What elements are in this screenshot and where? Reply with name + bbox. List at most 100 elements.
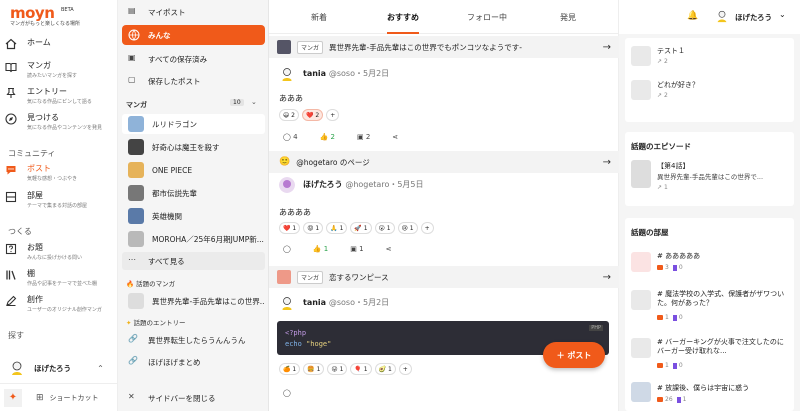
nav-entry[interactable]: エントリー 気になる作品にピンして語る [5,86,92,105]
save-button[interactable]: ▣ 1 [350,245,363,253]
post-context-bar[interactable]: マンガ 異世界先輩-手品先輩はこの世界でもポンコツなようです- → [269,36,619,58]
odai-item[interactable]: テスト１ ↗ 2 [631,44,791,68]
thumbs-up-icon: 👍 [319,133,329,141]
like-button[interactable]: 👍 2 [320,133,335,141]
room-meta: 10 [657,362,683,369]
nav-discover[interactable]: 見つける 気になる作品やコンテンツを発見 [5,112,102,131]
add-reaction-button[interactable]: + [326,109,340,121]
reaction-chip[interactable]: 😢 1 [397,222,418,234]
pen-icon [6,295,17,307]
sidebar-all-saved[interactable]: ▣ すべての保存済み [122,51,265,67]
comment-button[interactable]: ◯ [283,245,291,253]
episode-title: 【第4話】 [657,162,690,170]
tab-following[interactable]: フォロー中 [467,12,507,23]
sidebar-manga-item[interactable]: ONE PIECE [122,160,265,180]
manga-thumb [128,116,144,132]
nav-home[interactable]: ホーム [5,37,51,50]
sidebar-manga-label: 好奇心は魔王を殺す [152,142,220,152]
sidebar-manga-item[interactable]: 好奇心は魔王を殺す [122,137,265,157]
tab-new[interactable]: 新着 [311,12,327,23]
tab-discover[interactable]: 発見 [560,12,576,23]
chevron-down-icon[interactable]: ⌄ [251,98,257,106]
reaction-chip[interactable]: ❤️ 2 [301,109,324,121]
avatar [279,177,295,193]
pin-icon [6,87,16,98]
room-item[interactable]: # バーガーキングが火事で注文したのにバーガー受け取れな... 10 [631,336,791,372]
reaction-chip[interactable]: 😡 1 [303,222,324,234]
episode-heading: 話題のエピソード [631,142,691,151]
chevron-down-icon[interactable]: ⌄ [779,10,786,19]
post-author[interactable]: ほげたろう @hogetaro・5月5日 [303,179,424,190]
reaction-chip[interactable]: 🚀 1 [350,222,372,234]
room-item[interactable]: # あああああ 30 [631,250,791,276]
manga-thumb [277,40,291,54]
sidebar-manga-item[interactable]: ルリドラゴン [122,114,265,134]
sidebar-manga-item[interactable]: 英雄機関 [122,206,265,226]
logo[interactable]: moyn BETA マンガがもっと楽しくなる場所 [10,4,80,27]
comment-button[interactable]: ◯ [283,389,291,397]
room-comment-count: 3 [665,264,669,271]
link-icon: 🔗 [128,356,138,365]
nav-manga[interactable]: マンガ 読みたいマンガを探す [5,60,77,79]
post-author[interactable]: tania @soso・5月2日 [303,297,389,308]
reaction-chip[interactable]: 🙏 1 [326,222,348,234]
sparkle-icon[interactable]: ✦ [4,388,22,407]
sidebar-topic-manga[interactable]: 異世界先輩-手品先輩はこの世界... [122,291,265,311]
sidebar-close-button[interactable]: ✕ サイドバーを閉じる [122,390,265,406]
code-string: "hoge" [306,340,332,348]
reaction-chip[interactable]: 🍊 1 [279,363,301,375]
sidebar-manga-item[interactable]: 都市伝説先輩 [122,183,265,203]
bookmark-icon [672,264,677,271]
room-item[interactable]: # 魔法学校の入学式、保護者がザワついた。何があった？ 10 [631,288,791,324]
sidebar-my-post[interactable]: ▤ マイポスト [122,4,265,20]
post-author[interactable]: tania @soso・5月2日 [303,68,389,79]
post-context-bar[interactable]: マンガ 恋するワンピース → [269,266,619,288]
reaction-chip[interactable]: 😮 1 [374,222,395,234]
comment-icon [657,265,663,270]
reaction-chip[interactable]: 😜 1 [327,363,348,375]
reaction-chip[interactable]: ❤️ 1 [279,222,301,234]
reaction-chip[interactable]: 🍔 1 [303,363,325,375]
nav-shelf[interactable]: 棚作品や記事をテーマで並べた棚 [5,268,97,287]
sidebar-my-post-label: マイポスト [148,7,186,17]
room-item[interactable]: # 放課後、僕らは宇宙に惑う 26 1 [631,382,791,408]
comment-icon [657,363,663,368]
sidebar-topic-entry[interactable]: 🔗 ほげほげまとめ [122,353,265,371]
room-title: あああああ [665,252,701,260]
sidebar-everyone[interactable]: みんな [122,25,265,45]
nav-sosaku[interactable]: 創作 ユーザーのオリジナル創作マンガ [5,294,102,313]
post-context-bar[interactable]: 🙂 @hogetaro のページ → [269,151,619,173]
sidebar-saved-posts[interactable]: ▢ 保存したポスト [122,73,265,89]
comment-button[interactable]: ◯ 4 [283,133,298,141]
nav-odai[interactable]: お題 みんなに投げかける問い [5,242,82,261]
odai-card: テスト１ ↗ 2 どれが好き？ ↗ 2 [625,38,794,122]
add-reaction-button[interactable]: + [420,222,434,234]
manga-thumb [128,162,144,178]
share-icon[interactable]: ⋖ [386,245,392,253]
nav-room[interactable]: 部屋 テーマで集まる対話の部屋 [5,190,87,209]
episode-item[interactable]: 【第4話】 異世界先輩-手品先輩はこの世界で... ↗ 1 [631,160,791,194]
header-user-name[interactable]: ほげたろう [735,12,772,23]
new-post-button[interactable]: ＋ ポスト [543,342,605,368]
reaction-chip[interactable]: 😃 2 [279,109,299,121]
odai-item[interactable]: どれが好き？ ↗ 2 [631,78,791,102]
bell-icon[interactable]: 🔔 [687,11,698,21]
sidebar-topic-entry[interactable]: 🔗 異世界転生したらうんんうん [122,331,265,349]
odai-count: 2 [663,92,668,99]
tab-recommended[interactable]: おすすめ [387,12,419,23]
author-handle: @hogetaro・5月5日 [345,180,424,189]
nav-post[interactable]: ポスト 気軽な感想・つぶやき [5,163,77,182]
reaction-row: ❤️ 1 😡 1 🙏 1 🚀 1 😮 1 😢 1 + [279,222,437,234]
share-icon[interactable]: ⋖ [392,133,398,141]
reaction-chip[interactable]: 🥑 1 [374,363,396,375]
add-reaction-button[interactable]: + [398,363,412,375]
nav-sosaku-label: 創作 [27,295,43,304]
like-button[interactable]: 👍 1 [313,245,328,253]
sidebar-see-all[interactable]: ⋯ すべて見る [122,252,265,270]
shortcut-label[interactable]: ショートカット [50,393,99,403]
user-menu[interactable]: ほげたろう ⌃ [8,359,104,377]
avatar[interactable] [715,9,729,23]
sidebar-manga-item[interactable]: MOROHA／25年6月期JUMP新... [122,229,265,249]
reaction-chip[interactable]: 🎈 1 [350,363,372,375]
save-button[interactable]: ▣ 2 [357,133,370,141]
